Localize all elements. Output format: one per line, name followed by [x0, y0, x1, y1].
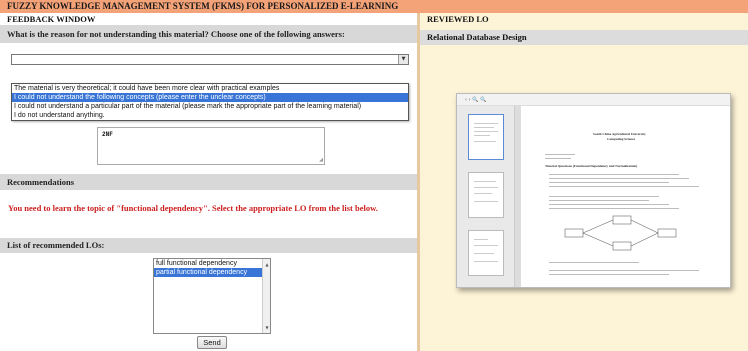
- reviewed-window-title: REVIEWED LO: [427, 14, 489, 24]
- question-text: What is the reason for not understanding…: [7, 29, 345, 39]
- viewer-toolbar: ‹ › 🔍 🔍: [457, 94, 730, 106]
- feedback-window: FEEDBACK WINDOW What is the reason for n…: [0, 13, 417, 351]
- doc-heading: Tutorial Questions (Functional Dependenc…: [545, 164, 638, 168]
- doc-dept: Computing Science: [607, 137, 635, 141]
- lo-list-scrollbar[interactable]: ▲ ▼: [262, 259, 270, 333]
- recommendation-text: You need to learn the topic of "function…: [8, 203, 378, 213]
- page-thumbnail[interactable]: [468, 114, 504, 160]
- reason-option[interactable]: The material is very theoretical; it cou…: [12, 84, 408, 93]
- reviewed-lo-panel: REVIEWED LO Relational Database Design ‹…: [420, 13, 748, 351]
- doc-university: South China Agricultural University: [593, 132, 646, 136]
- concepts-textarea[interactable]: 2NF ◢: [97, 127, 325, 165]
- viewer-scrollbar[interactable]: [515, 106, 521, 287]
- question-bar: What is the reason for not understanding…: [0, 25, 417, 43]
- resize-grip-icon[interactable]: ◢: [319, 157, 323, 163]
- lo-item[interactable]: full functional dependency: [154, 259, 270, 268]
- recommendations-bar: Recommendations: [0, 174, 417, 190]
- lo-list-bar: List of recommended LOs:: [0, 238, 417, 253]
- system-title-bar: FUZZY KNOWLEDGE MANAGEMENT SYSTEM (FKMS)…: [0, 0, 748, 13]
- recommended-lo-list[interactable]: full functional dependency partial funct…: [153, 258, 271, 334]
- feedback-window-title: FEEDBACK WINDOW: [7, 14, 96, 24]
- document-viewer[interactable]: ‹ › 🔍 🔍 South China Agricultural Univers…: [456, 93, 731, 288]
- concepts-text: 2NF: [102, 131, 113, 138]
- page-thumbnail[interactable]: [468, 230, 504, 276]
- page-thumbnails: [457, 106, 515, 287]
- reason-option-selected[interactable]: I could not understand the following con…: [12, 93, 408, 102]
- scroll-up-icon[interactable]: ▲: [263, 260, 271, 269]
- lo-list-label: List of recommended LOs:: [7, 240, 105, 250]
- system-title: FUZZY KNOWLEDGE MANAGEMENT SYSTEM (FKMS)…: [7, 1, 399, 11]
- send-button[interactable]: Send: [197, 336, 227, 349]
- lo-item-selected[interactable]: partial functional dependency: [154, 268, 270, 277]
- scroll-down-icon[interactable]: ▼: [263, 323, 271, 332]
- reason-option[interactable]: I do not understand anything.: [12, 111, 408, 120]
- lo-title: Relational Database Design: [427, 32, 527, 42]
- page-thumbnail[interactable]: [468, 172, 504, 218]
- viewer-nav-icons[interactable]: ‹ › 🔍 🔍: [465, 97, 486, 103]
- reason-option[interactable]: I could not understand a particular part…: [12, 102, 408, 111]
- chevron-down-icon[interactable]: ▼: [398, 55, 408, 64]
- reason-options-list[interactable]: The material is very theoretical; it cou…: [11, 83, 409, 121]
- reason-dropdown[interactable]: ▼: [11, 54, 409, 65]
- document-page: South China Agricultural University Comp…: [523, 106, 728, 287]
- lo-title-bar: Relational Database Design: [420, 30, 748, 45]
- recommendations-label: Recommendations: [7, 177, 75, 187]
- fd-diagram: [564, 215, 677, 251]
